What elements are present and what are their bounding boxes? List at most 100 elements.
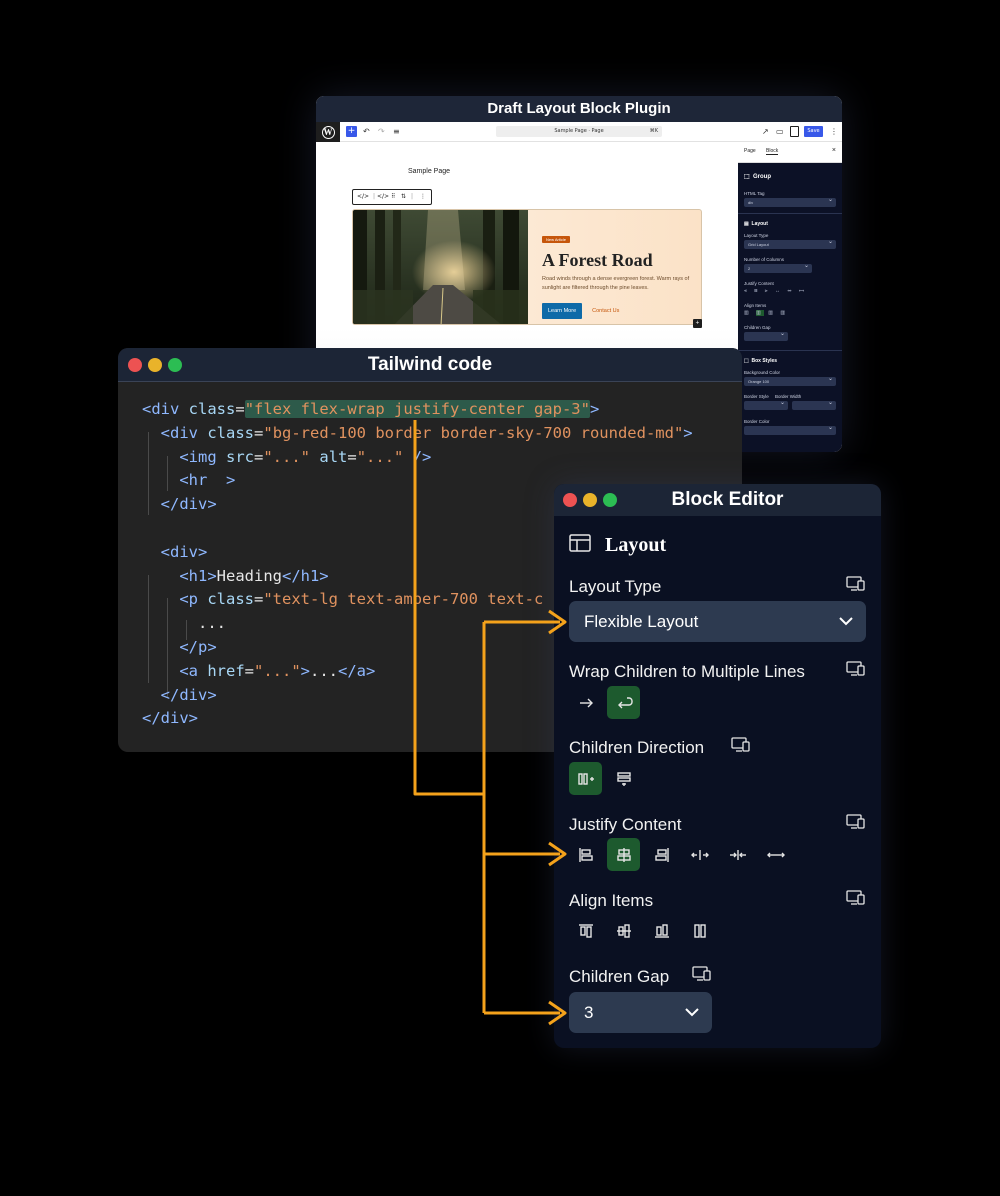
box-styles-title: Box Styles xyxy=(751,358,778,364)
block-type-icon[interactable]: </> xyxy=(377,193,389,200)
align-center-icon[interactable] xyxy=(607,914,640,947)
children-gap-select[interactable]: 3 xyxy=(569,992,712,1033)
align-items-label: Align Items xyxy=(569,891,654,910)
space-between-icon[interactable] xyxy=(683,838,716,871)
justify-content-label: Justify Content xyxy=(569,815,682,834)
preview-card[interactable]: New Article A Forest Road Road winds thr… xyxy=(352,209,702,325)
plugin-window-title: Draft Layout Block Plugin xyxy=(316,96,842,122)
document-title-bar[interactable]: Sample Page · Page ⌘K xyxy=(496,126,662,137)
tab-page[interactable]: Page xyxy=(744,148,756,154)
document-overview-icon[interactable]: ≡ xyxy=(393,127,400,136)
wordpress-logo-icon[interactable]: W xyxy=(316,122,340,142)
border-color-label: Border Color xyxy=(744,419,770,424)
page-title[interactable]: Sample Page xyxy=(408,168,450,175)
settings-panel-toggle-icon[interactable] xyxy=(790,126,799,137)
responsive-device-icon[interactable] xyxy=(846,814,866,830)
justify-center-icon[interactable] xyxy=(607,838,640,871)
add-block-button[interactable]: + xyxy=(346,126,357,137)
layout-section-title: Layout xyxy=(605,534,667,556)
sidebar-gap-select[interactable] xyxy=(744,330,788,341)
sidebar-justify-icons[interactable]: ⫷ ⊟ ⫸ ↔ ⇹ ⟷ xyxy=(744,288,836,294)
html-tag-label: HTML Tag xyxy=(744,191,765,196)
border-color-select[interactable] xyxy=(744,424,836,435)
minimize-window-dot[interactable] xyxy=(148,358,162,372)
sidebar-layout-title: Layout xyxy=(751,221,768,227)
block-editor-window: Block Editor Layout Layout Type Flexible… xyxy=(554,484,881,1048)
justify-start-icon[interactable] xyxy=(569,838,602,871)
children-direction-label: Children Direction xyxy=(569,738,705,757)
card-title: A Forest Road xyxy=(542,250,653,270)
forest-road-image xyxy=(353,210,528,324)
move-arrows-icon[interactable]: ⇅ xyxy=(401,193,406,200)
responsive-device-icon[interactable] xyxy=(692,966,712,982)
block-inserter-icon[interactable]: + xyxy=(693,319,702,328)
layout-type-label: Layout Type xyxy=(569,577,662,596)
sidebar-gap-label: Children Gap xyxy=(744,325,771,330)
maximize-window-dot[interactable] xyxy=(168,358,182,372)
command-shortcut: ⌘K xyxy=(649,128,658,134)
direction-row-icon[interactable] xyxy=(569,762,602,795)
justify-end-icon[interactable] xyxy=(645,838,678,871)
sidebar-layout-type-label: Layout Type xyxy=(744,233,769,238)
background-color-label: Background Color xyxy=(744,370,781,375)
more-options-icon[interactable]: ⋮ xyxy=(830,127,838,136)
children-gap-label: Children Gap xyxy=(569,967,670,986)
external-link-icon[interactable]: ↗ xyxy=(762,127,769,136)
minimize-window-dot[interactable] xyxy=(583,493,597,507)
responsive-device-icon[interactable] xyxy=(846,576,866,592)
learn-more-button[interactable]: Learn More xyxy=(542,303,583,319)
editor-toolbar: W + ↶ ↷ ≡ Sample Page · Page ⌘K ↗ ▭ Save… xyxy=(316,122,842,142)
block-options-icon[interactable]: ⋮ xyxy=(420,193,426,200)
close-icon[interactable]: × xyxy=(832,147,836,154)
html-tag-select[interactable]: div xyxy=(744,196,836,207)
chevron-down-icon xyxy=(685,1008,699,1017)
border-width-select[interactable] xyxy=(792,399,836,410)
card-content: New Article A Forest Road Road winds thr… xyxy=(542,228,692,319)
border-style-label: Border Style xyxy=(744,394,769,399)
wrap-children-label: Wrap Children to Multiple Lines xyxy=(569,662,805,681)
responsive-device-icon[interactable] xyxy=(846,661,866,677)
settings-sidebar: Page Block × ⬚ Group HTML Tag div ▤ Layo… xyxy=(738,143,842,452)
group-icon: ⬚ xyxy=(744,174,750,180)
border-style-select[interactable] xyxy=(744,399,788,410)
contact-us-link[interactable]: Contact Us xyxy=(592,308,619,314)
drag-handle-icon[interactable]: ⠿ xyxy=(391,193,395,200)
space-around-icon[interactable] xyxy=(721,838,754,871)
background-color-select[interactable]: Orange 100 xyxy=(744,375,836,386)
tab-block[interactable]: Block xyxy=(766,148,779,155)
align-end-icon[interactable] xyxy=(645,914,678,947)
responsive-device-icon[interactable] xyxy=(846,890,866,906)
layout-icon: ▤ xyxy=(744,221,749,227)
group-title: Group xyxy=(753,174,772,180)
align-stretch-icon[interactable] xyxy=(683,914,716,947)
close-window-dot[interactable] xyxy=(128,358,142,372)
layout-type-select[interactable]: Flexible Layout xyxy=(569,601,866,642)
maximize-window-dot[interactable] xyxy=(603,493,617,507)
wrap-return-icon[interactable] xyxy=(607,686,640,719)
sidebar-align-icons[interactable]: ▥ ▥ ▥ ▥ xyxy=(744,310,836,316)
direction-column-icon[interactable] xyxy=(607,762,640,795)
children-gap-value: 3 xyxy=(584,1003,594,1022)
code-window-title: Tailwind code xyxy=(367,354,493,375)
sidebar-justify-label: Justify Content xyxy=(744,281,774,286)
save-button[interactable]: Save xyxy=(804,126,823,137)
columns-input[interactable]: 2 xyxy=(744,262,812,273)
redo-icon[interactable]: ↷ xyxy=(378,127,385,136)
preview-device-icon[interactable]: ▭ xyxy=(776,127,784,136)
undo-icon[interactable]: ↶ xyxy=(363,127,370,136)
sidebar-align-label: Align Items xyxy=(744,303,767,308)
space-evenly-icon[interactable] xyxy=(759,838,792,871)
document-title: Sample Page · Page xyxy=(554,128,604,134)
align-start-icon[interactable] xyxy=(569,914,602,947)
border-width-label: Border Width xyxy=(775,394,802,399)
highlighted-class-string: "flex flex-wrap justify-center gap-3" xyxy=(244,400,590,418)
responsive-device-icon[interactable] xyxy=(731,737,751,753)
layout-type-value: Flexible Layout xyxy=(584,612,699,631)
close-window-dot[interactable] xyxy=(563,493,577,507)
sidebar-layout-type-select[interactable]: Grid Layout xyxy=(744,238,836,249)
card-text: Road winds through a dense evergreen for… xyxy=(542,276,690,291)
article-badge: New Article xyxy=(542,236,571,243)
no-wrap-arrow-icon[interactable] xyxy=(569,686,602,719)
code-block-icon[interactable]: </> xyxy=(357,193,369,200)
layout-icon xyxy=(569,534,591,557)
